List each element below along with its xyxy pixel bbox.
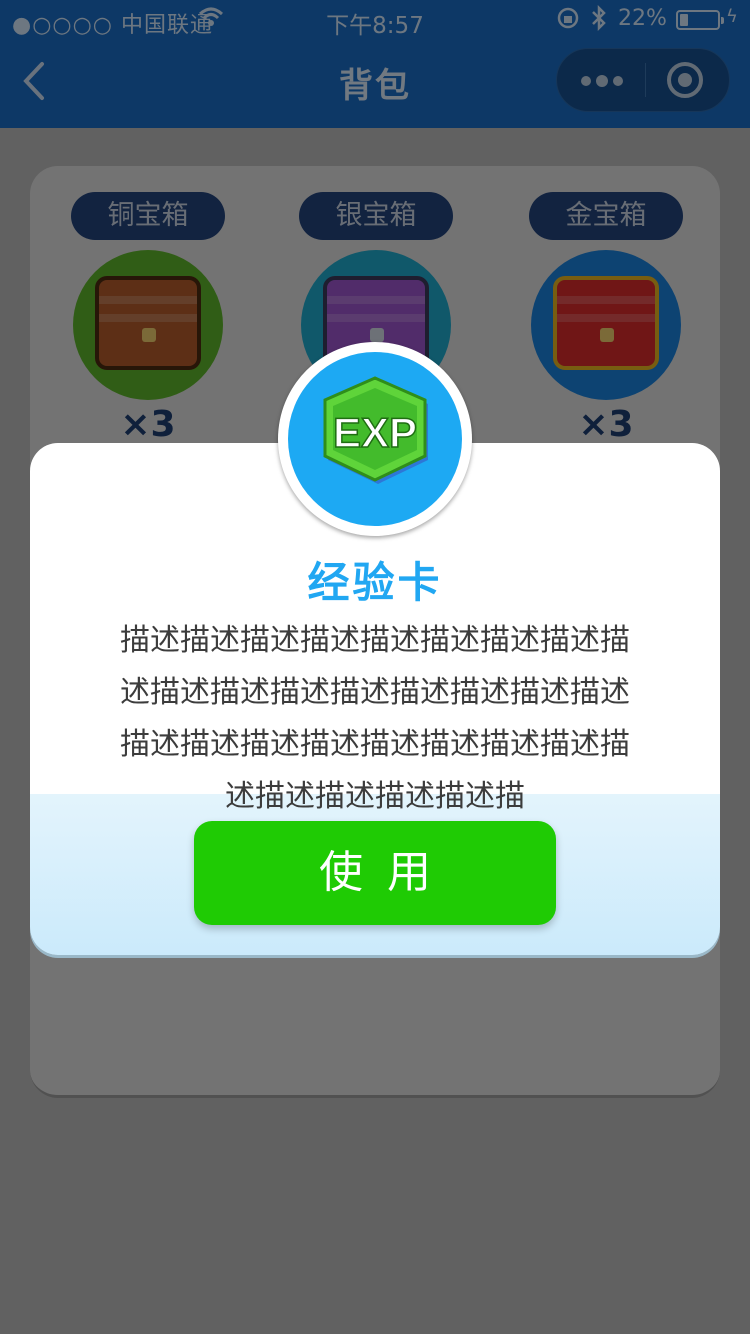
item-badge: EXP [278, 342, 472, 536]
item-title: 经验卡 [307, 558, 443, 607]
item-description: 描述描述描述描述描述描述描述描述描述描述描述描述描述描述描述描述描述描述描述描述… [120, 623, 630, 814]
use-button[interactable]: 使用 [194, 821, 556, 925]
exp-hexagon-icon: EXP [323, 376, 428, 484]
exp-text: EXP [333, 409, 417, 456]
